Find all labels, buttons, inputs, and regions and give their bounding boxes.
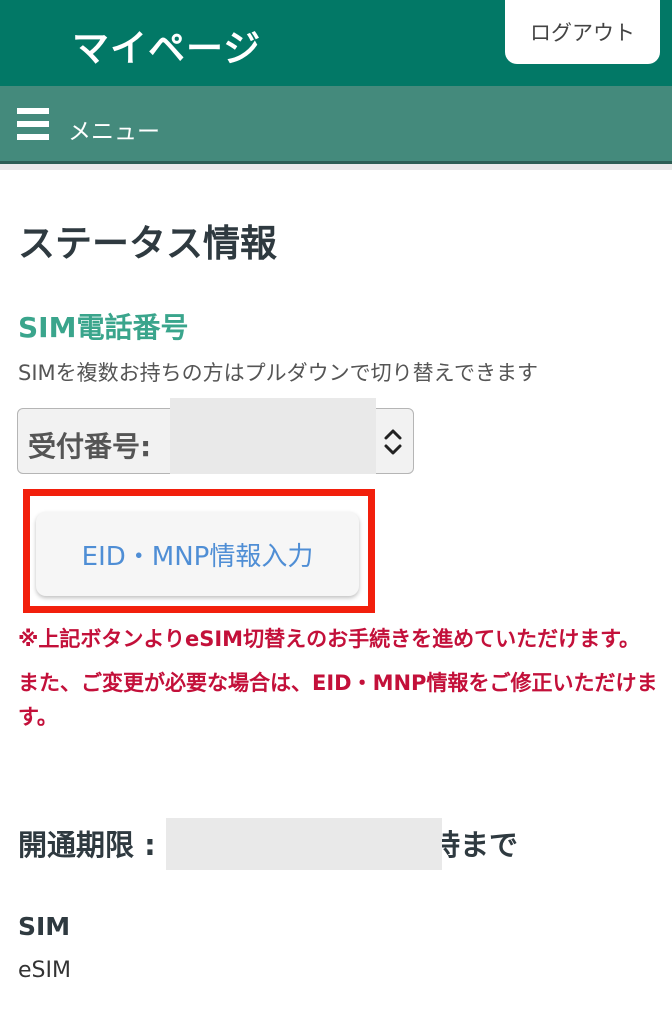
notice-line: ※上記ボタンよりeSIM切替えのお手続きを進めていただけます。 [18,627,640,651]
page-header-title: マイページ [72,27,262,70]
logout-button[interactable]: ログアウト [505,0,660,64]
menu-bar[interactable]: メニュー [0,86,672,164]
sim-type-heading: SIM [18,912,71,941]
header-bar: マイページ ログアウト [0,0,672,86]
menu-label[interactable]: メニュー [68,112,160,146]
notice-text: ※上記ボタンよりeSIM切替えのお手続きを進めていただけます。 また、ご変更が必… [18,622,658,734]
hamburger-icon[interactable] [17,108,49,140]
sim-type-value: eSIM [18,958,71,983]
chevron-updown-icon[interactable] [383,427,403,457]
redacted-number [170,398,376,474]
redacted-expiry-date [166,818,442,870]
sim-number-help-text: SIMを複数お持ちの方はプルダウンで切り替えできます [18,361,539,385]
divider [0,164,672,170]
sim-select-value: 受付番号: [28,430,152,463]
page-title: ステータス情報 [18,222,277,265]
notice-line: また、ご変更が必要な場合は、EID・MNP情報をご修正いただけます。 [18,671,658,729]
eid-mnp-input-button[interactable]: EID・MNP情報入力 [36,512,359,596]
expiry-suffix: 時まで [431,828,519,862]
expiry-label: 開通期限 : [18,828,156,862]
sim-number-heading: SIM電話番号 [18,311,189,344]
